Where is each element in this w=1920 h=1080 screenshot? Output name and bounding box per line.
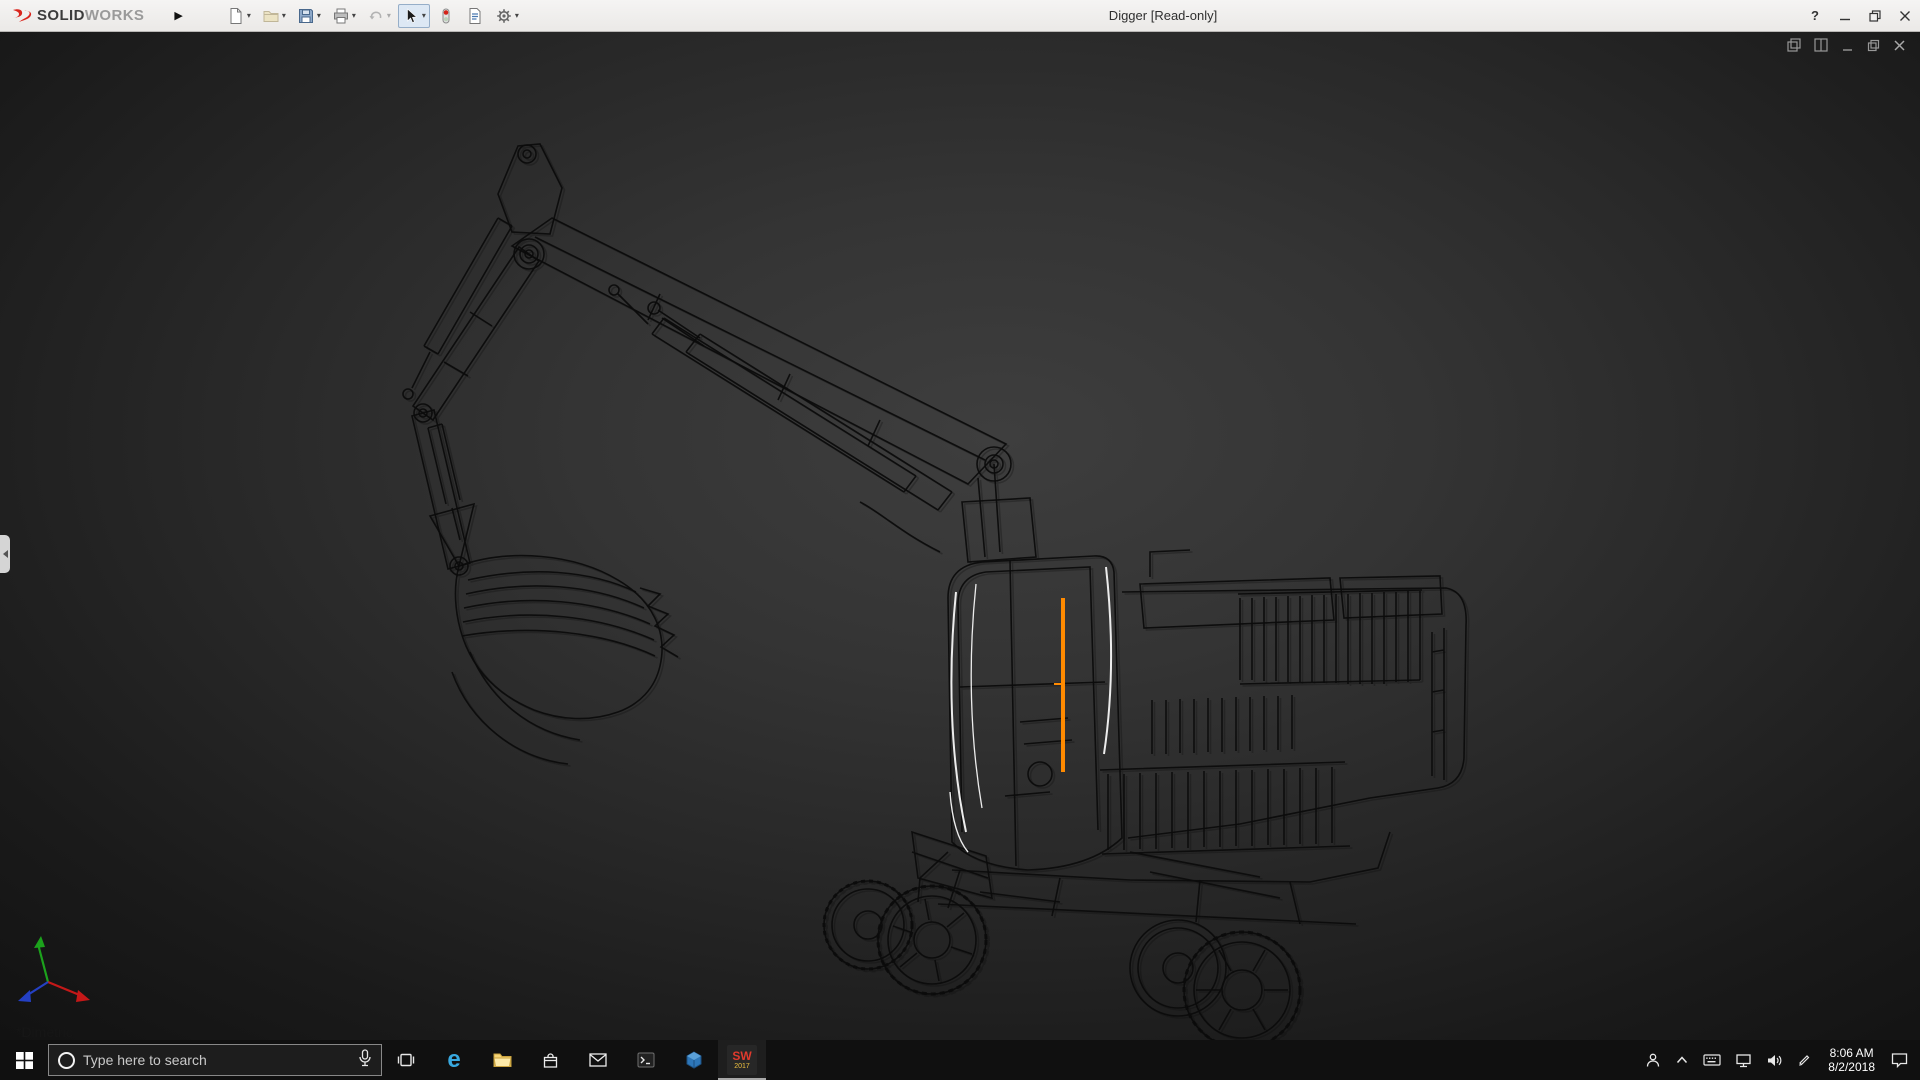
highlighted-edges[interactable]: [949, 566, 1112, 853]
file-properties-icon: [466, 7, 484, 25]
command-prompt-button[interactable]: [622, 1040, 670, 1080]
clock-time: 8:06 AM: [1829, 1046, 1874, 1060]
edrawings-icon: [686, 1051, 702, 1069]
solidworks-logo: SOLIDWORKS: [0, 7, 152, 25]
task-view-icon: [397, 1053, 415, 1067]
taskbar-clock[interactable]: 8:06 AM 8/2/2018: [1819, 1040, 1884, 1080]
select-dropdown[interactable]: ▾: [422, 11, 426, 20]
file-explorer-button[interactable]: [478, 1040, 526, 1080]
taskbar-search-box[interactable]: [48, 1044, 382, 1076]
volume-button[interactable]: [1759, 1040, 1790, 1080]
network-icon: [1736, 1053, 1751, 1067]
help-button[interactable]: ?: [1800, 0, 1830, 32]
store-button[interactable]: [526, 1040, 574, 1080]
toolbar-flyout-arrow[interactable]: ▶: [174, 9, 182, 22]
action-center-button[interactable]: [1884, 1040, 1920, 1080]
touch-keyboard-icon: [1703, 1054, 1721, 1066]
people-button[interactable]: [1638, 1040, 1668, 1080]
restore-button[interactable]: [1860, 0, 1890, 32]
taskbar: e: [0, 1040, 1920, 1080]
microphone-icon[interactable]: [358, 1048, 372, 1072]
rebuild-button[interactable]: [433, 4, 459, 28]
rebuild-stoplight-icon: [437, 7, 455, 25]
new-document-icon: [227, 7, 245, 25]
command-prompt-icon: [637, 1052, 655, 1068]
featuremanager-collapsed-tab[interactable]: [0, 535, 10, 573]
print-icon: [332, 7, 350, 25]
open-button[interactable]: ▾: [258, 4, 290, 28]
sw-badge-year: 2017: [734, 1062, 750, 1070]
options-dropdown[interactable]: ▾: [515, 11, 519, 20]
mail-envelope-icon: [589, 1053, 607, 1067]
select-cursor-icon: [402, 7, 420, 25]
start-button[interactable]: [0, 1040, 48, 1080]
save-button[interactable]: ▾: [293, 4, 325, 28]
digger-wireframe-model[interactable]: [0, 32, 1920, 1040]
minimize-button[interactable]: [1830, 0, 1860, 32]
new-document-button[interactable]: ▾: [223, 4, 255, 28]
options-button[interactable]: ▾: [491, 4, 523, 28]
open-folder-icon: [262, 7, 280, 25]
selected-edge[interactable]: [1054, 598, 1065, 772]
close-button[interactable]: [1890, 0, 1920, 32]
new-document-dropdown[interactable]: ▾: [247, 11, 251, 20]
doc-minimize-button[interactable]: [1841, 39, 1854, 52]
solidworks-app-icon: SW 2017: [727, 1045, 757, 1075]
action-center-icon: [1891, 1053, 1908, 1068]
logo-text-solid: SOLID: [37, 7, 85, 24]
cortana-icon[interactable]: [58, 1051, 75, 1069]
tile-windows-icon[interactable]: [1814, 38, 1828, 52]
file-explorer-icon: [492, 1053, 512, 1067]
cascade-windows-icon[interactable]: [1787, 38, 1801, 52]
graphics-viewport[interactable]: *Dimetric: [0, 32, 1920, 1040]
print-dropdown[interactable]: ▾: [352, 11, 356, 20]
task-view-button[interactable]: [382, 1040, 430, 1080]
undo-button[interactable]: ▾: [363, 4, 395, 28]
quick-access-toolbar: ▾ ▾ ▾ ▾ ▾ ▾ ▾: [223, 3, 523, 28]
edge-button[interactable]: e: [430, 1040, 478, 1080]
options-gear-icon: [495, 7, 513, 25]
save-floppy-icon: [297, 7, 315, 25]
file-properties-button[interactable]: [462, 4, 488, 28]
undo-dropdown[interactable]: ▾: [387, 11, 391, 20]
doc-close-button[interactable]: [1893, 39, 1906, 52]
hidden-icons-button[interactable]: [1668, 1040, 1696, 1080]
view-orientation-label: *Dimetric: [16, 1024, 73, 1040]
chevron-up-icon: [1677, 1056, 1688, 1064]
doc-restore-button[interactable]: [1867, 39, 1880, 52]
titlebar: SOLIDWORKS ▶ ▾ ▾ ▾ ▾ ▾ ▾ ▾ Digger [Read-…: [0, 0, 1920, 32]
network-button[interactable]: [1728, 1040, 1759, 1080]
edge-icon: e: [447, 1046, 461, 1073]
undo-icon: [367, 7, 385, 25]
windows-ink-button[interactable]: [1790, 1040, 1819, 1080]
screen: SOLIDWORKS ▶ ▾ ▾ ▾ ▾ ▾ ▾ ▾ Digger [Read-…: [0, 0, 1920, 1080]
collapse-arrow-icon: [2, 550, 8, 558]
solidworks-2017-button[interactable]: SW 2017: [718, 1040, 766, 1080]
document-title: Digger [Read-only]: [1108, 8, 1218, 23]
reference-triad[interactable]: [18, 936, 90, 1002]
window-controls: ?: [1800, 0, 1920, 32]
edrawings-button[interactable]: [670, 1040, 718, 1080]
windows-logo-icon: [15, 1051, 33, 1069]
select-button[interactable]: ▾: [397, 3, 430, 28]
volume-icon: [1768, 1054, 1782, 1066]
sw-badge-text: SW: [732, 1048, 752, 1063]
search-input[interactable]: [83, 1052, 350, 1068]
save-dropdown[interactable]: ▾: [317, 11, 321, 20]
document-window-controls: [1787, 38, 1906, 52]
people-icon: [1647, 1053, 1660, 1067]
mail-button[interactable]: [574, 1040, 622, 1080]
windows-ink-pen-icon: [1799, 1054, 1810, 1066]
system-tray: 8:06 AM 8/2/2018: [1638, 1040, 1920, 1080]
open-dropdown[interactable]: ▾: [282, 11, 286, 20]
clock-date: 8/2/2018: [1828, 1060, 1875, 1074]
store-bag-icon: [543, 1052, 557, 1068]
touch-keyboard-button[interactable]: [1696, 1040, 1728, 1080]
logo-text-works: WORKS: [84, 7, 145, 24]
dassault-logo-icon: [13, 8, 32, 22]
print-button[interactable]: ▾: [328, 4, 360, 28]
